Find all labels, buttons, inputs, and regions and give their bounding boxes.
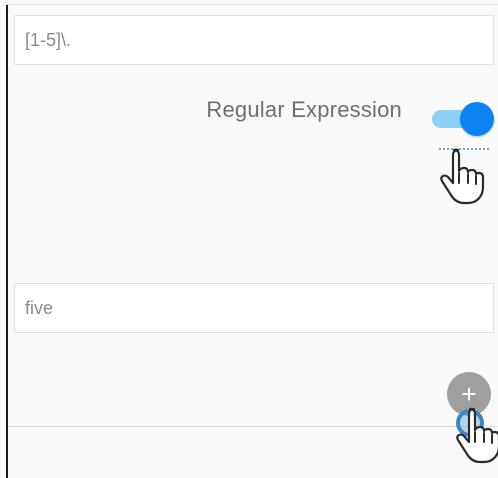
regex-toggle-thumb bbox=[460, 102, 494, 136]
replacement-input[interactable]: five bbox=[14, 283, 494, 333]
regex-toggle[interactable] bbox=[432, 102, 494, 136]
plus-icon: + bbox=[461, 379, 477, 409]
regex-rule-panel: [1-5]\. Regular Expression five + bbox=[0, 0, 498, 478]
hand-pointer-icon bbox=[456, 407, 498, 464]
hand-pointer-icon bbox=[440, 148, 485, 205]
replacement-input-value: five bbox=[25, 297, 54, 318]
section-divider bbox=[8, 426, 498, 427]
regex-toggle-label: Regular Expression bbox=[206, 97, 402, 122]
panel-top-border bbox=[6, 4, 498, 5]
pattern-input[interactable]: [1-5]\. bbox=[14, 15, 494, 65]
pattern-input-value: [1-5]\. bbox=[25, 29, 72, 50]
panel-border bbox=[6, 4, 8, 478]
